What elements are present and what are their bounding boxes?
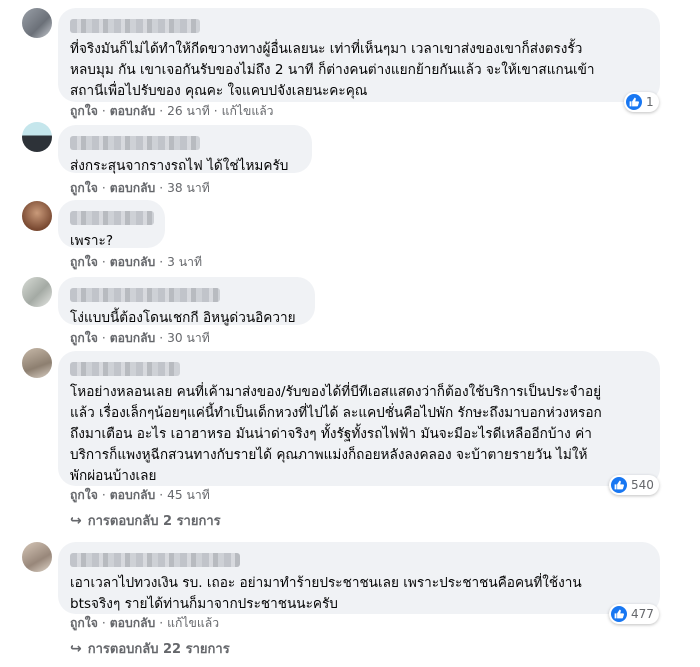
timestamp[interactable]: 45 นาที [167,488,210,502]
thumbs-up-icon [626,94,642,110]
avatar[interactable] [22,542,52,572]
comment-bubble: ส่งกระสุนจากรางรถไฟ ได้ใช่ไหมครับ [58,125,312,174]
reaction-number: 540 [631,478,654,492]
author-name-redacted[interactable] [70,19,200,33]
comment-bubble: เอาเวลาไปทวงเงิน รบ. เถอะ อย่ามาทำร้ายปร… [58,542,660,614]
reply-arrow-icon: ↪ [70,640,82,657]
author-name-redacted[interactable] [70,288,220,302]
reply-arrow-icon: ↪ [70,512,82,529]
comment-actions: ถูกใจ · ตอบกลับ · 30 นาที [70,331,210,345]
comment-actions: ถูกใจ · ตอบกลับ · 45 นาที [70,488,210,502]
reply-button[interactable]: ตอบกลับ [110,104,156,118]
like-button[interactable]: ถูกใจ [70,488,98,502]
thumbs-up-icon [611,477,627,493]
comment-bubble: โหอย่างหลอนเลย คนที่เค้ามาส่งของ/รับของไ… [58,351,660,486]
replies-count-label: การตอบกลับ 2 รายการ [87,514,221,529]
reply-button[interactable]: ตอบกลับ [110,331,156,345]
timestamp[interactable]: 38 นาที [167,181,210,195]
comment-text: โง่แบบนี้ต้องโดนเชกกี อิหนูด่วนอิควาย [70,310,296,326]
reaction-count[interactable]: 1 [624,92,659,112]
author-name-redacted[interactable] [70,211,154,225]
like-button[interactable]: ถูกใจ [70,181,98,195]
view-replies-link[interactable]: ↪ การตอบกลับ 22 รายการ [70,638,230,659]
reaction-number: 477 [631,607,654,621]
reaction-number: 1 [646,95,654,109]
comment-text: ส่งกระสุนจากรางรถไฟ ได้ใช่ไหมครับ [70,158,289,174]
comment-bubble: โง่แบบนี้ต้องโดนเชกกี อิหนูด่วนอิควาย [58,277,315,326]
reply-button[interactable]: ตอบกลับ [110,616,156,630]
avatar[interactable] [22,201,52,231]
comment-actions: ถูกใจ · ตอบกลับ · แก้ไขแล้ว [70,616,220,630]
comment-text: เอาเวลาไปทวงเงิน รบ. เถอะ อย่ามาทำร้ายปร… [70,575,582,612]
comment-actions: ถูกใจ · ตอบกลับ · 38 นาที [70,181,210,195]
like-button[interactable]: ถูกใจ [70,616,98,630]
avatar[interactable] [22,277,52,307]
edited-label: แก้ไขแล้ว [221,104,274,118]
reaction-count[interactable]: 477 [609,604,659,624]
reply-button[interactable]: ตอบกลับ [110,488,156,502]
comment-text: ที่จริงมันก็ไม่ได้ทำให้กีดขวางทางผู้อื่น… [70,41,595,99]
reaction-count[interactable]: 540 [609,475,659,495]
timestamp[interactable]: 30 นาที [167,331,210,345]
like-button[interactable]: ถูกใจ [70,255,98,269]
avatar[interactable] [22,348,52,378]
comment-actions: ถูกใจ · ตอบกลับ · 3 นาที [70,255,203,269]
replies-count-label: การตอบกลับ 22 รายการ [87,642,230,657]
comment-bubble: ที่จริงมันก็ไม่ได้ทำให้กีดขวางทางผู้อื่น… [58,8,660,102]
edited-label: แก้ไขแล้ว [167,616,220,630]
comment-text: เพราะ? [70,233,114,249]
comment-text: โหอย่างหลอนเลย คนที่เค้ามาส่งของ/รับของไ… [70,384,602,484]
thumbs-up-icon [611,606,627,622]
author-name-redacted[interactable] [70,136,200,150]
like-button[interactable]: ถูกใจ [70,104,98,118]
avatar[interactable] [22,8,52,38]
comment-actions: ถูกใจ · ตอบกลับ · 26 นาที · แก้ไขแล้ว [70,104,274,118]
author-name-redacted[interactable] [70,553,240,567]
reply-button[interactable]: ตอบกลับ [110,181,156,195]
timestamp[interactable]: 26 นาที [167,104,210,118]
view-replies-link[interactable]: ↪ การตอบกลับ 2 รายการ [70,510,221,531]
reply-button[interactable]: ตอบกลับ [110,255,156,269]
avatar[interactable] [22,122,52,152]
author-name-redacted[interactable] [70,362,180,376]
like-button[interactable]: ถูกใจ [70,331,98,345]
timestamp[interactable]: 3 นาที [167,255,202,269]
comment-bubble: เพราะ? [58,200,165,249]
